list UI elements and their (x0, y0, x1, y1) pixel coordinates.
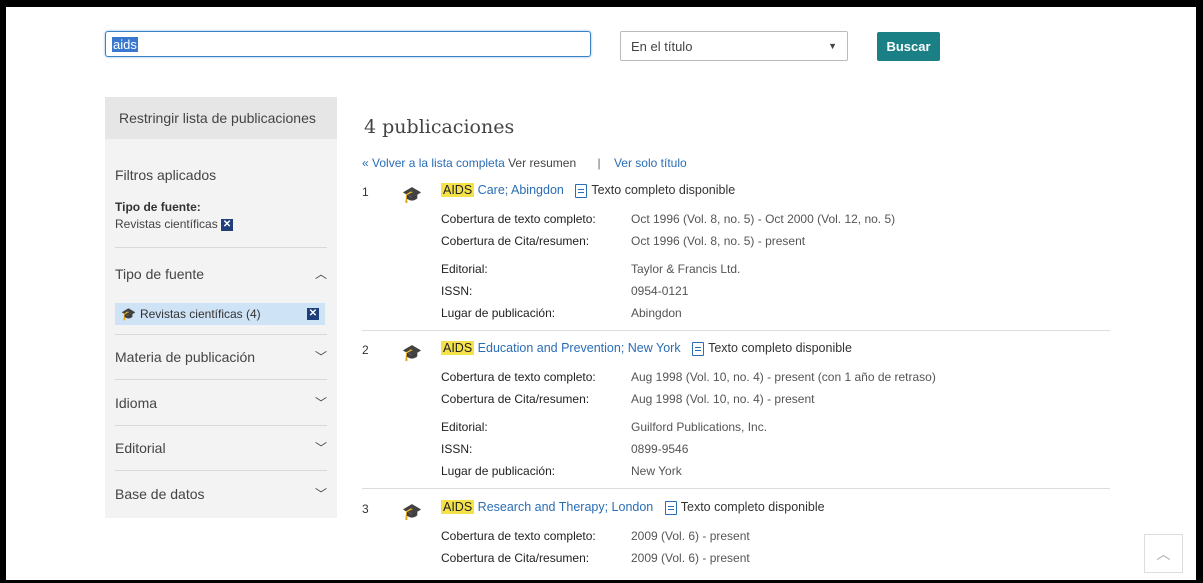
document-icon (575, 183, 588, 198)
result-number: 2 (362, 343, 369, 357)
info-value: 0899-9546 (631, 442, 689, 456)
results-count: 4 publicaciones (364, 116, 515, 138)
document-icon (692, 341, 705, 356)
result-divider (362, 488, 1110, 489)
info-key: Cobertura de Cita/resumen: (441, 234, 590, 248)
chevron-up-icon: ︿ (1156, 545, 1171, 562)
sidebar-header: Restringir lista de publicaciones (105, 97, 337, 139)
divider (115, 470, 327, 471)
result-number: 3 (362, 502, 369, 516)
back-to-list-link[interactable]: « Volver a la lista completa (362, 156, 505, 170)
info-key: Editorial: (441, 262, 488, 276)
facet-subject[interactable]: Materia de publicación ﹀ (115, 348, 327, 365)
facet-source-type-label: Tipo de fuente (115, 265, 204, 282)
view-title-only-link[interactable]: Ver solo título (614, 156, 687, 170)
search-field-value: En el título (631, 38, 693, 54)
facet-language[interactable]: Idioma ﹀ (115, 394, 327, 411)
results-view-links: « Volver a la lista completa Ver resumen… (362, 156, 687, 170)
graduation-cap-icon: 🎓 (402, 187, 422, 204)
facet-subject-label: Materia de publicación (115, 348, 256, 365)
chevron-up-icon: ︿ (314, 267, 327, 281)
chevron-down-icon: ﹀ (314, 350, 327, 364)
facet-database[interactable]: Base de datos ﹀ (115, 485, 327, 502)
deselect-filter-icon[interactable]: ✕ (307, 308, 319, 320)
info-value: Aug 1998 (Vol. 10, no. 4) - present (631, 392, 815, 406)
info-key: ISSN: (441, 284, 473, 298)
divider (115, 425, 327, 426)
search-query-text: aids (112, 36, 138, 52)
info-value: Abingdon (631, 306, 682, 320)
facet-option-journals[interactable]: 🎓 Revistas científicas (4) ✕ (115, 303, 325, 325)
fulltext-label[interactable]: Texto completo disponible (681, 500, 825, 514)
graduation-cap-icon: 🎓 (121, 307, 136, 321)
result-divider (362, 330, 1110, 331)
info-value: 2009 (Vol. 6) - present (631, 529, 750, 543)
graduation-cap-icon: 🎓 (402, 345, 422, 362)
info-value: Oct 1996 (Vol. 8, no. 5) - Oct 2000 (Vol… (631, 212, 896, 226)
facet-database-label: Base de datos (115, 485, 205, 502)
result-title[interactable]: Education and Prevention; New York (478, 341, 681, 355)
document-icon (664, 500, 677, 515)
info-value: 2009 (Vol. 6) - present (631, 551, 750, 565)
chevron-down-icon: ﹀ (314, 441, 327, 455)
info-key: Lugar de publicación: (441, 306, 556, 320)
result-title-link[interactable]: AIDS Research and Therapy; London Texto … (441, 500, 825, 515)
fulltext-label[interactable]: Texto completo disponible (591, 183, 735, 197)
page-frame: aids En el título ▼ Buscar Restringir li… (6, 7, 1196, 580)
info-key: Cobertura de texto completo: (441, 212, 596, 226)
search-field-select[interactable]: En el título ▼ (620, 31, 848, 61)
result-title[interactable]: Care; Abingdon (478, 183, 564, 197)
facet-source-type[interactable]: Tipo de fuente ︿ (115, 265, 327, 282)
applied-type-value: Revistas científicas (115, 217, 218, 231)
info-key: Cobertura de Cita/resumen: (441, 551, 590, 565)
view-summary-label[interactable]: Ver resumen (508, 156, 576, 170)
remove-filter-icon[interactable]: ✕ (221, 218, 234, 231)
info-value: New York (631, 464, 682, 478)
chevron-down-icon: ﹀ (314, 396, 327, 410)
scroll-to-top-button[interactable]: ︿ (1144, 534, 1183, 573)
result-title-link[interactable]: AIDS Care; Abingdon Texto completo dispo… (441, 183, 735, 198)
graduation-cap-icon: 🎓 (402, 504, 422, 521)
facet-publisher-label: Editorial (115, 439, 166, 456)
filter-sidebar: Restringir lista de publicaciones Filtro… (105, 97, 337, 518)
info-value: Aug 1998 (Vol. 10, no. 4) - present (con… (631, 370, 936, 384)
fulltext-label[interactable]: Texto completo disponible (708, 341, 852, 355)
facet-option-label: Revistas científicas (4) (139, 307, 261, 321)
search-button[interactable]: Buscar (877, 32, 940, 61)
divider (115, 334, 327, 335)
search-input[interactable]: aids (105, 31, 591, 57)
facet-language-label: Idioma (115, 394, 158, 411)
facet-publisher[interactable]: Editorial ﹀ (115, 439, 327, 456)
info-key: Cobertura de texto completo: (441, 370, 596, 384)
result-title-link[interactable]: AIDS Education and Prevention; New York … (441, 341, 852, 356)
divider (115, 247, 327, 248)
applied-filters-title: Filtros aplicados (115, 167, 217, 183)
chevron-down-icon: ﹀ (314, 487, 327, 501)
info-key: ISSN: (441, 442, 473, 456)
applied-type-label: Tipo de fuente: (115, 200, 201, 214)
info-key: Cobertura de Cita/resumen: (441, 392, 590, 406)
info-value: 0954-0121 (631, 284, 689, 298)
info-key: Cobertura de texto completo: (441, 529, 596, 543)
info-value: Oct 1996 (Vol. 8, no. 5) - present (631, 234, 806, 248)
info-key: Lugar de publicación: (441, 464, 556, 478)
separator: | (597, 156, 601, 170)
caret-down-icon: ▼ (828, 41, 837, 51)
info-value: Guilford Publications, Inc. (631, 420, 768, 434)
result-title[interactable]: Research and Therapy; London (478, 500, 654, 514)
info-key: Editorial: (441, 420, 488, 434)
search-highlight: AIDS (441, 341, 475, 355)
search-highlight: AIDS (441, 500, 475, 514)
search-highlight: AIDS (441, 183, 475, 197)
divider (115, 379, 327, 380)
result-number: 1 (362, 185, 369, 199)
info-value: Taylor & Francis Ltd. (631, 262, 741, 276)
